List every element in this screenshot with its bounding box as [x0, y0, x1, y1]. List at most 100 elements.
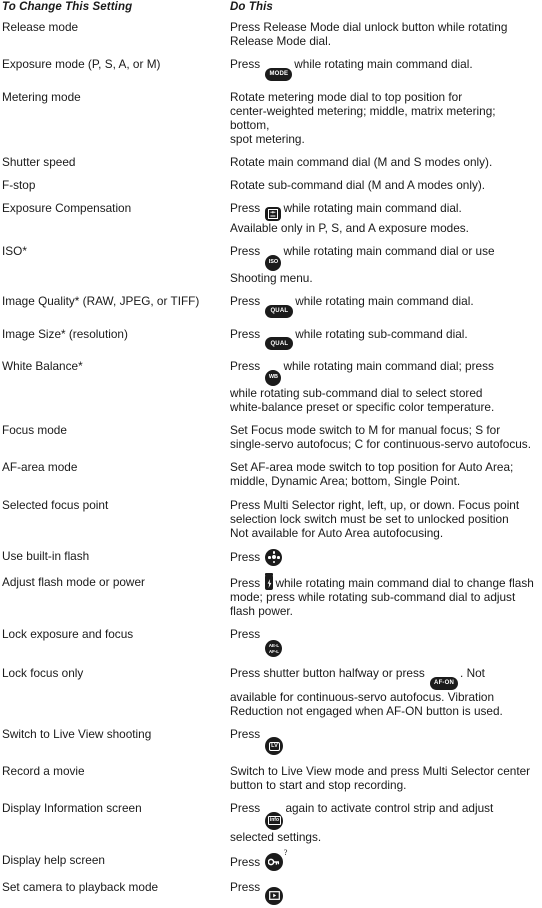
qual-button-icon: QUAL — [265, 298, 294, 318]
action-text-before-icon: Press shutter button halfway or press — [230, 666, 425, 681]
action-description-cell: Set AF-area mode switch to top position … — [228, 460, 542, 497]
table-row: Display help screen Press ? — [0, 848, 542, 880]
setting-name-cell: Metering mode — [2, 89, 81, 104]
iso-button-icon: ISO — [265, 248, 282, 272]
table-row: Shutter speed Rotate main command dial (M… — [0, 155, 542, 178]
setting-name-cell: Selected focus point — [2, 497, 109, 512]
action-line: Not available for Auto Area autofocusing… — [230, 525, 444, 540]
action-line: Press QUALwhile rotating main command di… — [230, 294, 538, 318]
action-line: available for continuous-servo autofocus… — [230, 689, 495, 704]
action-line: Press ISO while rotating main command dia… — [230, 244, 538, 272]
action-description-cell: Press QUALwhile rotating main command di… — [228, 294, 542, 327]
action-line: Set Focus mode switch to M for manual fo… — [230, 423, 501, 438]
action-description-cell: Press WB while rotating main command dial… — [228, 359, 542, 423]
action-text-before-icon: Press — [230, 575, 261, 590]
action-line: mode; press while rotating sub-command d… — [230, 589, 516, 604]
table-row: F-stop Rotate sub-command dial (M and A m… — [0, 178, 542, 201]
action-description-cell: Press Multi Selector right, left, up, or… — [228, 498, 542, 549]
action-text-before-icon: Press — [230, 201, 261, 216]
af-on-button-icon: AF-ON — [430, 670, 459, 690]
table-row: Switch to Live View shooting Press LV — [0, 727, 542, 765]
action-line: Available only in P, S, and A exposure m… — [230, 221, 469, 236]
action-line: Press — [230, 548, 538, 566]
action-text-after-icon: while rotating main command dial. — [295, 294, 474, 309]
action-text-after-icon: . Not — [460, 666, 485, 681]
setting-name-cell: Set camera to playback mode — [2, 880, 159, 895]
action-line: Shooting menu. — [230, 271, 313, 286]
table-row: Use built-in flash Press — [0, 548, 542, 575]
question-mark-glyph: ? — [283, 848, 288, 858]
table-body: Release mode Press Release Mode dial unlo… — [0, 20, 542, 908]
qual-button-icon: QUAL — [265, 331, 294, 351]
action-text-after-icon: while rotating main command dial. — [294, 57, 473, 72]
table-row: Lock focus only Press shutter button half… — [0, 666, 542, 727]
action-description-cell: Press while rotating main command dial t… — [228, 572, 542, 627]
setting-name-cell: Display help screen — [2, 853, 105, 868]
setting-name-cell: AF-area mode — [2, 460, 78, 475]
setting-name-cell: F-stop — [2, 178, 36, 193]
action-line: Press AE-L AF-L — [230, 627, 538, 658]
action-description-cell: Switch to Live View mode and press Multi… — [228, 764, 542, 801]
action-text-after-icon: again to activate control strip and adju… — [285, 801, 494, 816]
table-row: Adjust flash mode or power Press while ro… — [0, 572, 542, 627]
table-row: ISO* Press ISO while rotating main command… — [0, 244, 542, 294]
action-line: flash power. — [230, 603, 293, 618]
action-line: Rotate sub-command dial (M and A modes o… — [230, 178, 486, 193]
action-line: Rotate metering mode dial to top positio… — [230, 89, 463, 104]
table-row: Set camera to playback mode Press — [0, 880, 542, 908]
table-row: Exposure Compensation Press while rotatin… — [0, 201, 542, 244]
table-row: Metering mode Rotate metering mode dial t… — [0, 90, 542, 155]
action-description-cell: Press while rotating main command dial. A… — [228, 201, 542, 244]
setting-name-cell: Lock exposure and focus — [2, 627, 134, 642]
action-text-after-icon: while rotating main command dial to chan… — [275, 575, 534, 590]
action-text-before-icon: Press — [230, 801, 261, 816]
table-row: Image Quality* (RAW, JPEG, or TIFF) Press… — [0, 294, 542, 327]
action-description-cell: Rotate sub-command dial (M and A modes o… — [228, 178, 542, 201]
action-text-before-icon: Press — [230, 726, 261, 741]
action-description-cell: Press ISO while rotating main command dia… — [228, 244, 542, 294]
action-line: center-weighted metering; middle, matrix… — [230, 103, 496, 132]
setting-name-cell: Shutter speed — [2, 155, 76, 170]
table-row: Image Size* (resolution) Press QUALwhile … — [0, 327, 542, 360]
setting-name-cell: Display Information screen — [2, 801, 142, 816]
setting-name-cell: Adjust flash mode or power — [2, 574, 145, 589]
info-button-icon: info — [265, 805, 284, 830]
action-description-cell: Press AE-L AF-L — [228, 627, 542, 666]
action-line: Press WB while rotating main command dial… — [230, 359, 538, 386]
action-text-before-icon: Press — [230, 880, 261, 895]
action-line: Set AF-area mode switch to top position … — [230, 460, 514, 475]
table-row: White Balance* Press WB while rotating mai… — [0, 359, 542, 423]
action-text-before-icon: Press — [230, 294, 261, 309]
setting-name-cell: Exposure mode (P, S, A, or M) — [2, 57, 161, 72]
action-line: selection lock switch must be set to unl… — [230, 511, 509, 526]
action-line: white-balance preset or specific color t… — [230, 400, 495, 415]
action-text-before-icon: Press — [230, 57, 261, 72]
setting-name-cell: ISO* — [2, 244, 27, 259]
action-text-before-icon: Press — [230, 627, 261, 642]
table-row: Focus mode Set Focus mode switch to M for… — [0, 423, 542, 460]
action-line: Release Mode dial. — [230, 34, 331, 49]
action-description-cell: Set Focus mode switch to M for manual fo… — [228, 423, 542, 460]
setting-name-cell: Lock focus only — [2, 666, 84, 681]
action-line: Press Multi Selector right, left, up, or… — [230, 497, 520, 512]
action-description-cell: Rotate main command dial (M and S modes … — [228, 155, 542, 178]
action-line: spot metering. — [230, 131, 305, 146]
mode-button-icon: MODE — [265, 61, 293, 81]
column-header-action: Do This — [230, 1, 273, 13]
action-text-after-icon: while rotating sub-command dial. — [295, 326, 468, 341]
action-line: Press shutter button halfway or press AF… — [230, 666, 538, 690]
white-balance-button-icon: WB — [265, 363, 282, 386]
action-line: Switch to Live View mode and press Multi… — [230, 764, 531, 779]
action-line: Reduction not engaged when AF-ON button … — [230, 703, 503, 718]
action-line: Press QUALwhile rotating sub-command dia… — [230, 327, 538, 351]
setting-name-cell: Use built-in flash — [2, 548, 90, 563]
action-line: single-servo autofocus; C for continuous… — [230, 437, 531, 452]
action-line: while rotating sub-command dial to selec… — [230, 385, 483, 400]
column-header-setting: To Change This Setting — [2, 1, 133, 13]
ae-l-af-l-button-icon: AE-L AF-L — [265, 631, 283, 658]
action-description-cell: Press LV — [228, 727, 542, 765]
action-line: Rotate main command dial (M and S modes … — [230, 155, 493, 170]
table-row: Release mode Press Release Mode dial unlo… — [0, 20, 542, 57]
setting-name-cell: Switch to Live View shooting — [2, 726, 152, 741]
action-description-cell: Press Release Mode dial unlock button wh… — [228, 20, 542, 57]
